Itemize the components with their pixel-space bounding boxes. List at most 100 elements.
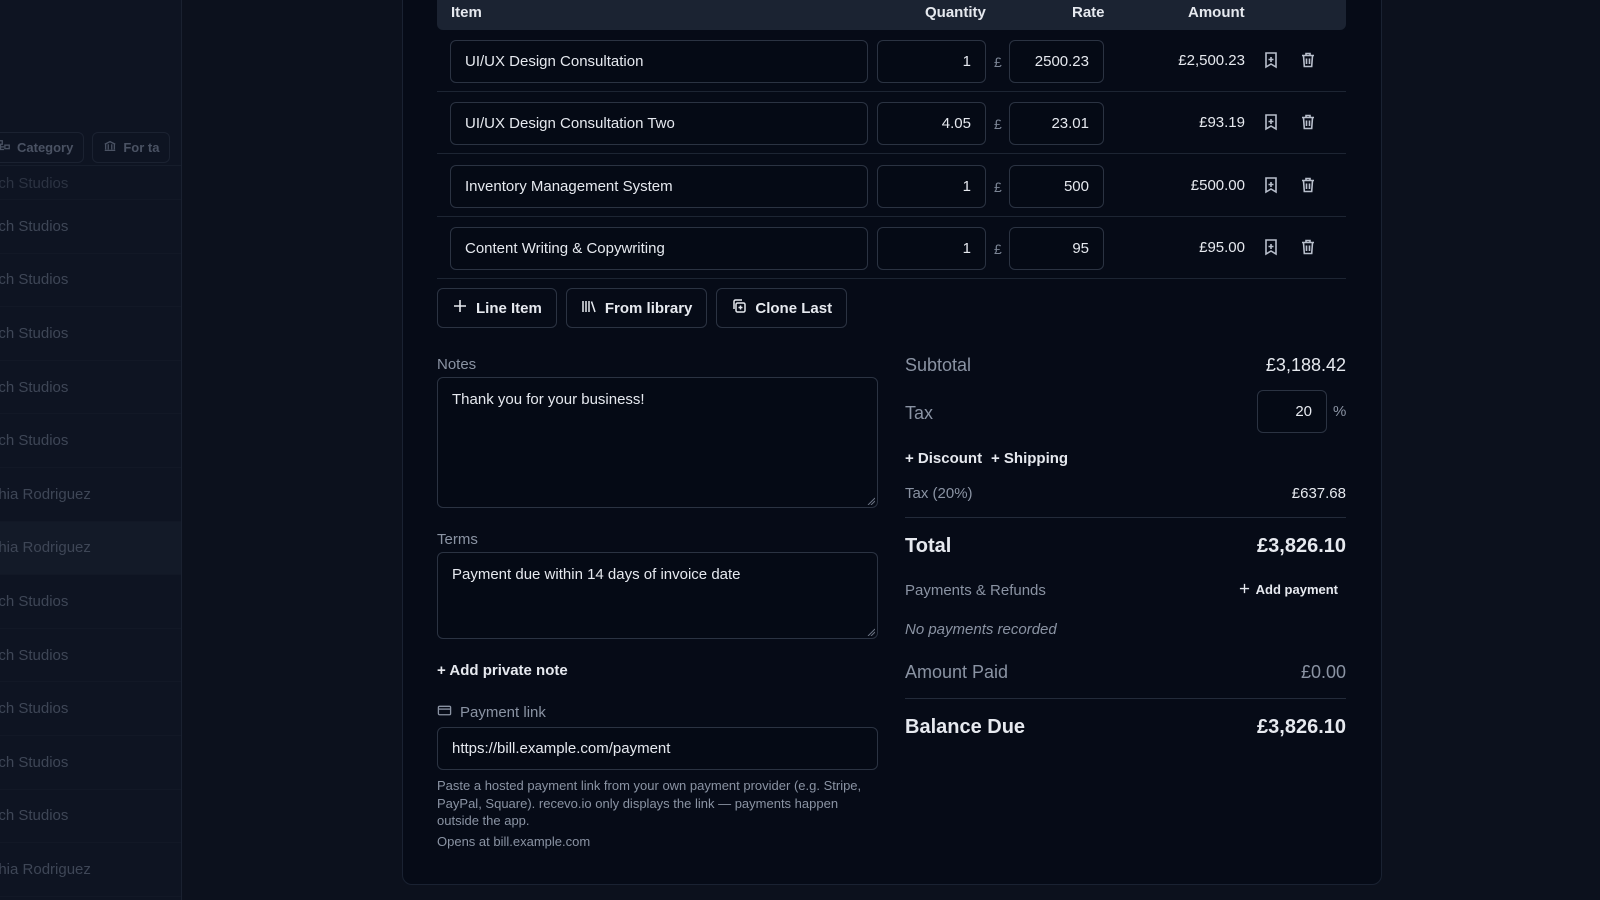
list-item-label: ech Studios (0, 646, 69, 664)
currency-symbol: £ (994, 54, 1002, 70)
list-item[interactable]: ech Studios (0, 200, 181, 254)
total-label: Total (905, 535, 952, 557)
percent-sign: % (1333, 403, 1347, 420)
list-item-label: phia Rodriguez (0, 860, 91, 878)
add-private-note-button[interactable]: + Add private note (437, 662, 568, 679)
rate-input[interactable]: 500 (1009, 165, 1104, 208)
balance-due-value: £3,826.10 (1257, 716, 1346, 738)
tax-filter-label: For ta (123, 140, 160, 155)
payment-link-label-row: Payment link (437, 703, 546, 722)
list-item[interactable]: phia Rodriguez (0, 843, 181, 897)
tax-amount-label: Tax (20%) (905, 485, 973, 502)
list-item-label: ech Studios (0, 592, 69, 610)
list-item[interactable]: ech Studios (0, 168, 181, 200)
list-item[interactable]: ech Studios (0, 682, 181, 736)
list-item[interactable]: ech Studios (0, 790, 181, 844)
trash-icon[interactable] (1299, 51, 1317, 69)
currency-symbol: £ (994, 116, 1002, 132)
plus-icon (1239, 582, 1250, 597)
add-payment-label: Add payment (1255, 582, 1338, 597)
rate-input[interactable]: 2500.23 (1009, 40, 1104, 83)
list-item-label: ech Studios (0, 324, 69, 342)
category-filter-button[interactable]: Category (0, 132, 85, 163)
line-amount: £500.00 (1190, 177, 1245, 194)
list-item[interactable]: ech Studios (0, 307, 181, 361)
list-item[interactable]: phia Rodriguez (0, 468, 181, 522)
list-item[interactable]: ech Studios (0, 736, 181, 790)
payment-link-input[interactable]: https://bill.example.com/payment (437, 727, 878, 770)
tax-filter-button[interactable]: For ta (92, 132, 171, 163)
total-value: £3,826.10 (1257, 535, 1346, 557)
list-item[interactable]: ech Studios (0, 575, 181, 629)
resize-handle-icon[interactable] (867, 628, 875, 636)
terms-textarea[interactable]: Payment due within 14 days of invoice da… (437, 552, 878, 639)
add-discount-button[interactable]: + Discount (905, 450, 982, 467)
rate-column-header: Rate (1072, 4, 1105, 21)
trash-icon[interactable] (1299, 113, 1317, 131)
item-name-input[interactable]: Content Writing & Copywriting (450, 227, 868, 270)
list-item[interactable]: phia Rodriguez (0, 521, 181, 576)
list-item[interactable]: ech Studios (0, 629, 181, 683)
list-item-label: ech Studios (0, 432, 69, 450)
add-line-item-button[interactable]: Line Item (437, 288, 557, 328)
line-item-actions: Line Item From library Clone Last (437, 288, 848, 328)
payment-link-label: Payment link (460, 704, 546, 721)
quantity-input[interactable]: 1 (877, 227, 986, 270)
rate-input[interactable]: 95 (1009, 227, 1104, 270)
balance-due-label: Balance Due (905, 716, 1026, 738)
payment-link-opens-at: Opens at bill.example.com (437, 834, 591, 849)
tax-rate-input[interactable]: 20 (1257, 390, 1327, 433)
list-item[interactable]: ech Studios (0, 254, 181, 308)
bank-icon (103, 139, 117, 156)
summary-divider (905, 517, 1346, 518)
quantity-input[interactable]: 1 (877, 165, 986, 208)
list-item-label: ech Studios (0, 271, 69, 289)
list-item[interactable]: ech Studios (0, 414, 181, 468)
quantity-input[interactable]: 4.05 (877, 102, 986, 145)
terms-label: Terms (437, 531, 478, 548)
quantity-input[interactable]: 1 (877, 40, 986, 83)
library-icon (581, 298, 597, 318)
amount-paid-value: £0.00 (1300, 662, 1346, 682)
clone-last-button[interactable]: Clone Last (716, 288, 848, 328)
tax-amount-value: £637.68 (1291, 485, 1346, 502)
line-item-row: Content Writing & Copywriting 1 £ 95 £95… (437, 217, 1346, 279)
trash-icon[interactable] (1299, 238, 1317, 256)
subtotal-label: Subtotal (905, 355, 972, 375)
no-payments-text: No payments recorded (905, 621, 1057, 638)
clone-last-label: Clone Last (755, 299, 833, 317)
notes-label: Notes (437, 356, 477, 373)
rate-input[interactable]: 23.01 (1009, 102, 1104, 145)
list-item-label: ech Studios (0, 807, 69, 825)
bookmark-plus-icon[interactable] (1262, 176, 1280, 194)
tax-label: Tax (905, 403, 934, 423)
subtotal-value: £3,188.42 (1265, 355, 1346, 375)
category-icon (0, 139, 11, 156)
list-item-label: phia Rodriguez (0, 485, 91, 503)
list-item-label: ech Studios (0, 753, 69, 771)
list-item[interactable]: ech Studios (0, 361, 181, 415)
notes-textarea[interactable]: Thank you for your business! (437, 377, 878, 508)
line-amount: £2,500.23 (1178, 52, 1245, 69)
list-item-label: ech Studios (0, 217, 69, 235)
line-items-header: Item Quantity Rate Amount (437, 0, 1346, 30)
line-amount: £95.00 (1199, 239, 1245, 256)
quantity-column-header: Quantity (925, 4, 986, 21)
item-name-input[interactable]: UI/UX Design Consultation (450, 40, 868, 83)
payment-link-help: Paste a hosted payment link from your ow… (437, 778, 862, 828)
add-shipping-button[interactable]: + Shipping (991, 450, 1068, 467)
list-item-label: ech Studios (0, 700, 69, 718)
trash-icon[interactable] (1299, 176, 1317, 194)
add-payment-button[interactable]: Add payment (1239, 582, 1338, 597)
item-name-input[interactable]: UI/UX Design Consultation Two (450, 102, 868, 145)
bookmark-plus-icon[interactable] (1262, 238, 1280, 256)
bookmark-plus-icon[interactable] (1262, 113, 1280, 131)
bookmark-plus-icon[interactable] (1262, 51, 1280, 69)
line-item-row: UI/UX Design Consultation 1 £ 2500.23 £2… (437, 30, 1346, 92)
resize-handle-icon[interactable] (867, 497, 875, 505)
from-library-button[interactable]: From library (565, 288, 708, 328)
line-item-row: Inventory Management System 1 £ 500 £500… (437, 155, 1346, 217)
notes-text: Thank you for your business! (452, 391, 645, 408)
from-library-label: From library (604, 299, 693, 317)
item-name-input[interactable]: Inventory Management System (450, 165, 868, 208)
